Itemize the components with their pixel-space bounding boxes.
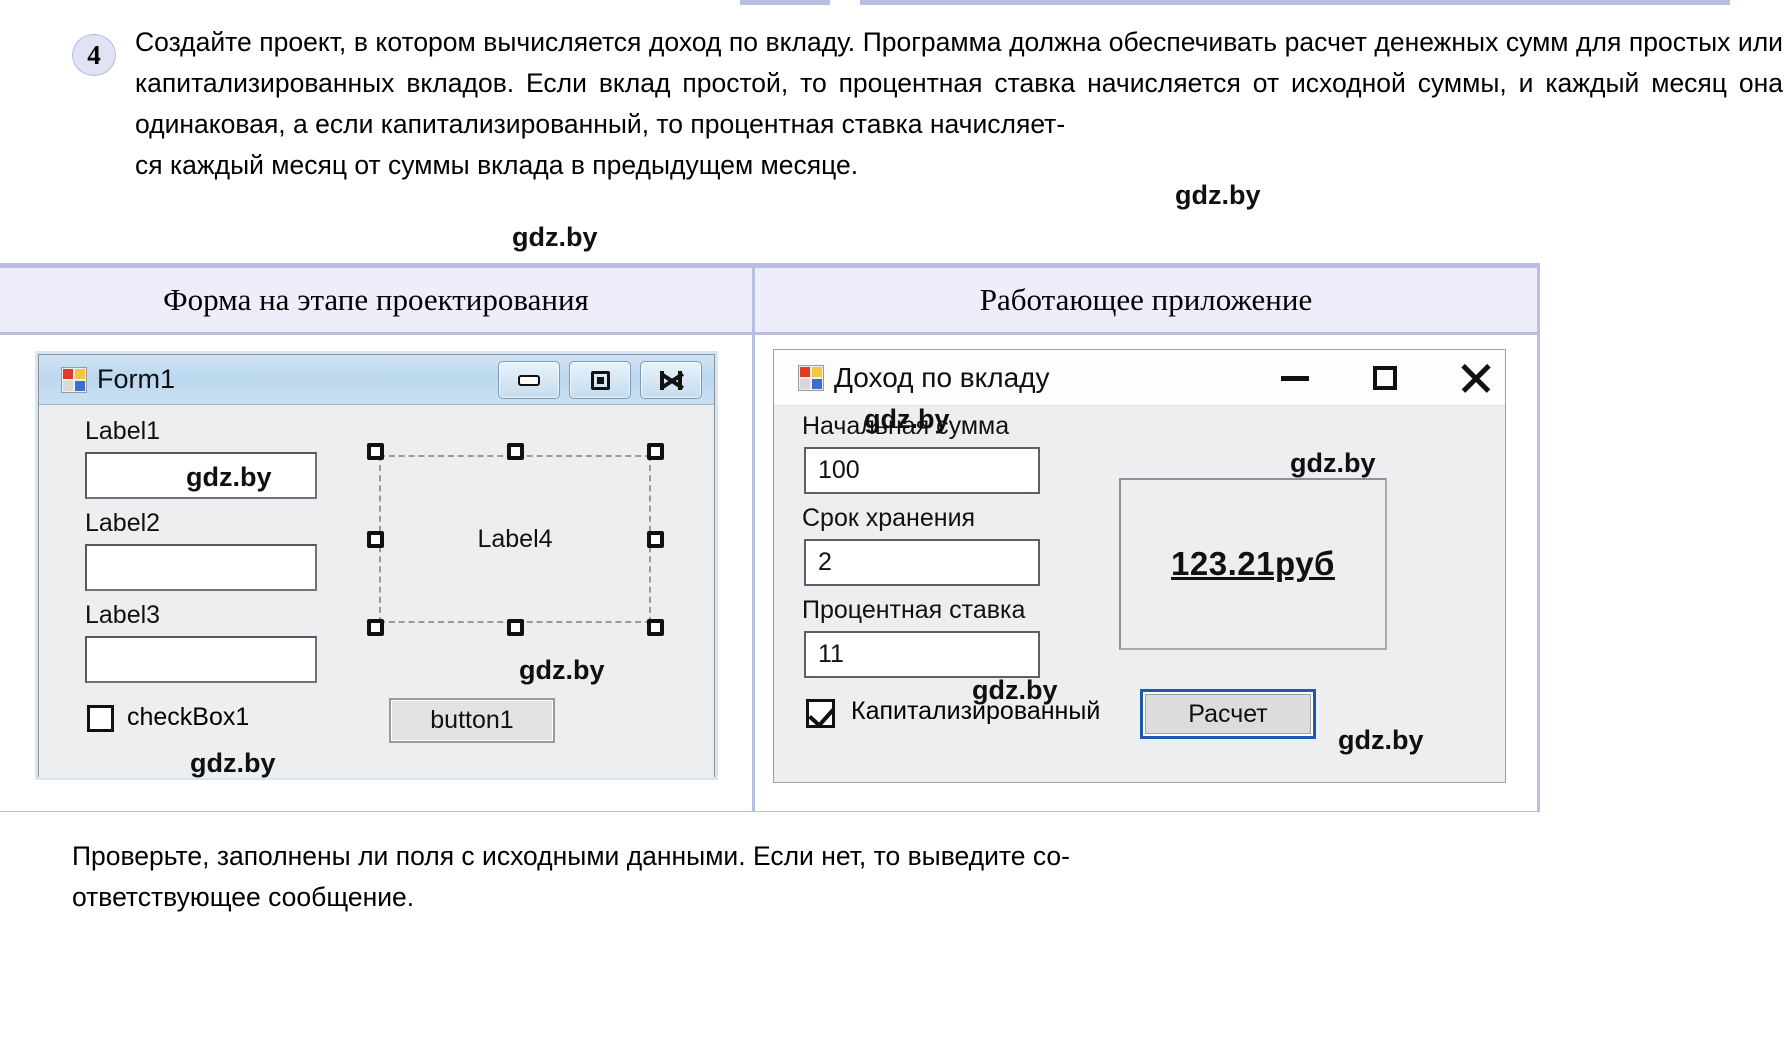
- top-divider-rule: [0, 0, 1784, 10]
- table-header-design: Форма на этапе проектирования: [0, 268, 755, 332]
- design-form-window: Form1 Label1 Label2 Label3 checkBox1 but…: [38, 354, 715, 778]
- design-form-window-buttons: [498, 361, 702, 399]
- running-app-title: Доход по вкладу: [834, 361, 1050, 393]
- running-app-window-buttons: [1279, 350, 1491, 406]
- task-number-badge: 4: [72, 34, 116, 76]
- field-input-initial-sum[interactable]: 100: [804, 447, 1040, 494]
- visual-studio-form-icon: [61, 366, 87, 393]
- running-app-body: Начальная сумма 100 Срок хранения 2 Проц…: [774, 406, 1505, 782]
- field-label-initial-sum: Начальная сумма: [802, 412, 1010, 440]
- close-icon: [660, 370, 682, 390]
- capitalized-checkbox[interactable]: [806, 699, 835, 728]
- task-paragraph: Создайте проект, в котором вычисляется д…: [135, 22, 1783, 186]
- result-value: 123.21руб: [1171, 545, 1335, 582]
- comparison-table: Форма на этапе проектирования Работающее…: [0, 263, 1540, 812]
- maximize-icon: [1373, 366, 1397, 390]
- design-form-body: Label1 Label2 Label3 checkBox1 button1 L…: [39, 405, 714, 778]
- design-label2: Label2: [85, 509, 161, 537]
- task-line-5: ся каждый месяц от суммы вклада в предыд…: [135, 150, 859, 180]
- close-icon: [1460, 363, 1490, 393]
- table-header-running: Работающее приложение: [979, 282, 1313, 317]
- design-label4: Label4: [379, 455, 651, 623]
- resize-handle-ne[interactable]: [647, 443, 664, 460]
- running-app-window: Доход по вкладу Начальная сумма 100 Срок…: [773, 349, 1506, 783]
- task-line-3: Если вклад простой, то процентная ставка…: [526, 68, 1640, 98]
- visual-studio-form-icon: [798, 364, 824, 391]
- design-textbox1[interactable]: [85, 452, 317, 499]
- field-input-term[interactable]: 2: [804, 539, 1040, 586]
- minimize-button[interactable]: [498, 361, 560, 399]
- maximize-icon: [590, 370, 610, 390]
- design-button1[interactable]: button1: [389, 698, 555, 743]
- resize-handle-n[interactable]: [507, 443, 524, 460]
- resize-handle-e[interactable]: [647, 531, 664, 548]
- minimize-icon: [1281, 375, 1309, 381]
- table-body-row: Form1 Label1 Label2 Label3 checkBox1 but…: [0, 335, 1537, 811]
- design-label1: Label1: [85, 417, 161, 445]
- result-display-box: 123.21руб: [1119, 478, 1387, 650]
- watermark-2: gdz.by: [512, 222, 598, 252]
- maximize-button[interactable]: [569, 361, 631, 399]
- close-button[interactable]: [1459, 362, 1491, 394]
- design-form-title: Form1: [97, 364, 176, 394]
- maximize-button[interactable]: [1369, 362, 1401, 394]
- design-checkbox1-box[interactable]: [87, 705, 114, 732]
- field-label-term: Срок хранения: [802, 504, 976, 532]
- minimize-icon: [518, 374, 540, 386]
- design-label3: Label3: [85, 601, 161, 629]
- minimize-button[interactable]: [1279, 362, 1311, 394]
- resize-handle-sw[interactable]: [367, 619, 384, 636]
- field-label-rate: Процентная ставка: [802, 596, 1026, 624]
- running-app-titlebar: Доход по вкладу: [774, 350, 1505, 406]
- close-button[interactable]: [640, 361, 702, 399]
- design-checkbox1-label: checkBox1: [127, 703, 250, 731]
- design-textbox3[interactable]: [85, 636, 317, 683]
- design-textbox2[interactable]: [85, 544, 317, 591]
- resize-handle-s[interactable]: [507, 619, 524, 636]
- outro-line-2: ответствующее сообщение.: [72, 882, 415, 912]
- top-divider-segment-right: [860, 0, 1730, 5]
- resize-handle-nw[interactable]: [367, 443, 384, 460]
- table-cell-design: Form1 Label1 Label2 Label3 checkBox1 but…: [0, 335, 755, 811]
- design-form-titlebar: Form1: [39, 355, 714, 405]
- capitalized-checkbox-label: Капитализированный: [851, 697, 1101, 725]
- outro-line-1: Проверьте, заполнены ли поля с исходными…: [72, 841, 1070, 871]
- task-line-1: Создайте проект, в котором вычисляется д…: [135, 27, 1102, 57]
- top-divider-segment-left: [740, 0, 830, 5]
- calculate-button[interactable]: Расчет: [1140, 689, 1316, 739]
- task-intro: 4 Создайте проект, в котором вычисляется…: [72, 22, 1784, 186]
- table-header-row: Форма на этапе проектирования Работающее…: [0, 268, 1537, 335]
- design-label4-selection[interactable]: Label4: [367, 443, 664, 636]
- table-cell-running: Доход по вкладу Начальная сумма 100 Срок…: [755, 335, 1537, 811]
- resize-handle-se[interactable]: [647, 619, 664, 636]
- task-outro: Проверьте, заполнены ли поля с исходными…: [72, 836, 1712, 918]
- field-input-rate[interactable]: 11: [804, 631, 1040, 678]
- resize-handle-w[interactable]: [367, 531, 384, 548]
